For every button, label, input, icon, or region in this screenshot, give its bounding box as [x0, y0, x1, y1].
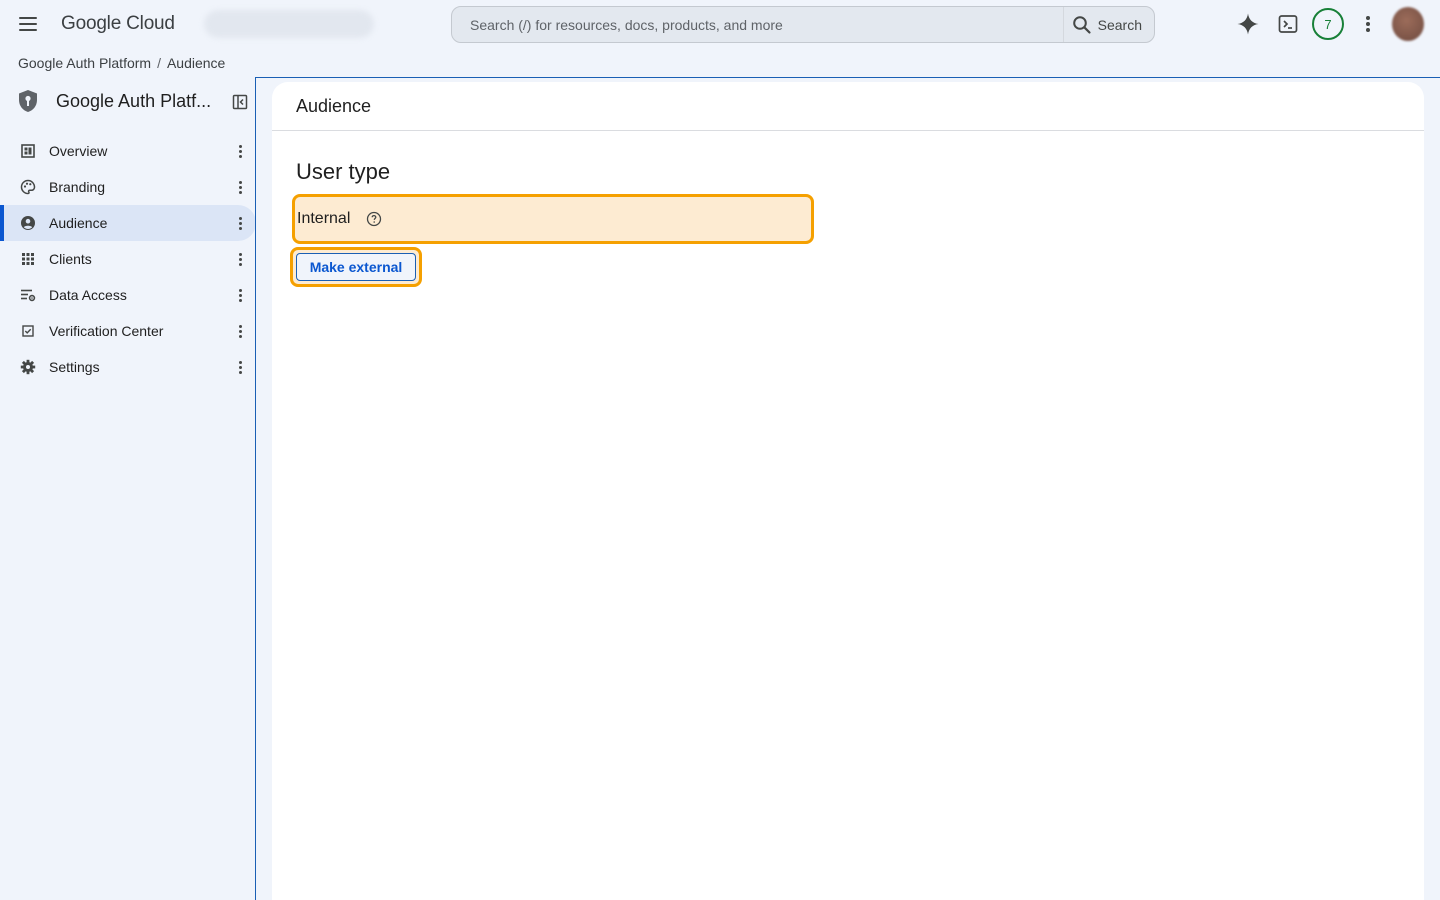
- sidebar-item-clients[interactable]: Clients: [0, 241, 256, 277]
- avatar: [1392, 7, 1424, 41]
- sidebar-item-branding[interactable]: Branding: [0, 169, 256, 205]
- sidebar: Google Auth Platf... Overview Branding A…: [0, 80, 256, 900]
- gear-icon: [20, 359, 36, 375]
- make-external-button[interactable]: Make external: [296, 253, 416, 281]
- collapse-sidebar-icon[interactable]: [232, 94, 248, 110]
- tune-settings-icon: [20, 287, 36, 303]
- sidebar-item-label: Verification Center: [49, 323, 164, 339]
- sidebar-item-label: Audience: [49, 215, 108, 231]
- sidebar-item-label: Data Access: [49, 287, 127, 303]
- sidebar-item-verification-center[interactable]: Verification Center: [0, 313, 256, 349]
- sidebar-item-label: Settings: [49, 359, 100, 375]
- sidebar-item-audience[interactable]: Audience: [0, 205, 256, 241]
- search-icon: [1072, 15, 1091, 34]
- apps-grid-icon: [20, 251, 36, 267]
- more-vert-icon[interactable]: [232, 141, 248, 161]
- product-title: Google Auth Platf...: [56, 91, 212, 111]
- dashboard-icon: [20, 143, 36, 159]
- checkbox-icon: [20, 323, 36, 339]
- sidebar-item-settings[interactable]: Settings: [0, 349, 256, 385]
- palette-icon: [20, 179, 36, 195]
- more-vert-icon[interactable]: [232, 321, 248, 341]
- breadcrumb: Google Auth Platform / Audience: [18, 54, 225, 72]
- search-button[interactable]: Search: [1062, 7, 1154, 42]
- search-button-label: Search: [1097, 16, 1142, 33]
- content-card: Audience User type Internal Make externa…: [272, 82, 1424, 900]
- project-picker-blurred[interactable]: [204, 10, 374, 38]
- page-title: Audience: [272, 82, 1424, 131]
- user-type-value-row: Internal: [292, 194, 814, 244]
- account-avatar[interactable]: [1392, 7, 1424, 41]
- person-icon: [20, 215, 36, 231]
- shield-key-icon: [19, 90, 37, 112]
- breadcrumb-audience: Audience: [166, 55, 226, 71]
- more-vert-icon[interactable]: [232, 285, 248, 305]
- sidebar-nav: Overview Branding Audience Clients Data …: [0, 133, 256, 385]
- breadcrumb-google-auth-platform[interactable]: Google Auth Platform: [18, 55, 151, 71]
- breadcrumb-separator: /: [157, 55, 161, 71]
- search-input[interactable]: [452, 7, 1063, 42]
- more-options-icon[interactable]: [1352, 8, 1384, 40]
- sidebar-item-label: Branding: [49, 179, 106, 195]
- main-frame: Audience User type Internal Make externa…: [255, 77, 1440, 900]
- gemini-sparkle-icon[interactable]: [1232, 8, 1264, 40]
- cloud-shell-terminal-icon[interactable]: [1272, 8, 1304, 40]
- notifications-badge[interactable]: 7: [1312, 8, 1344, 40]
- sidebar-item-data-access[interactable]: Data Access: [0, 277, 256, 313]
- user-type-value: Internal: [297, 210, 351, 227]
- search-bar: Search: [451, 6, 1155, 43]
- sidebar-item-overview[interactable]: Overview: [0, 133, 256, 169]
- more-vert-icon[interactable]: [232, 213, 248, 233]
- sidebar-item-label: Overview: [49, 143, 108, 159]
- hamburger-menu-icon[interactable]: [16, 12, 40, 36]
- top-bar: Google Cloud Search 7: [0, 0, 1440, 48]
- more-vert-icon[interactable]: [232, 249, 248, 269]
- make-external-highlight: Make external: [290, 247, 422, 287]
- product-header: Google Auth Platf...: [0, 80, 256, 124]
- notification-count: 7: [1312, 8, 1344, 40]
- sidebar-item-label: Clients: [49, 251, 92, 267]
- google-cloud-logo[interactable]: Google Cloud: [61, 12, 175, 36]
- more-vert-icon[interactable]: [232, 357, 248, 377]
- help-icon[interactable]: [366, 211, 382, 227]
- more-vert-icon[interactable]: [232, 177, 248, 197]
- section-title-user-type: User type: [296, 159, 391, 184]
